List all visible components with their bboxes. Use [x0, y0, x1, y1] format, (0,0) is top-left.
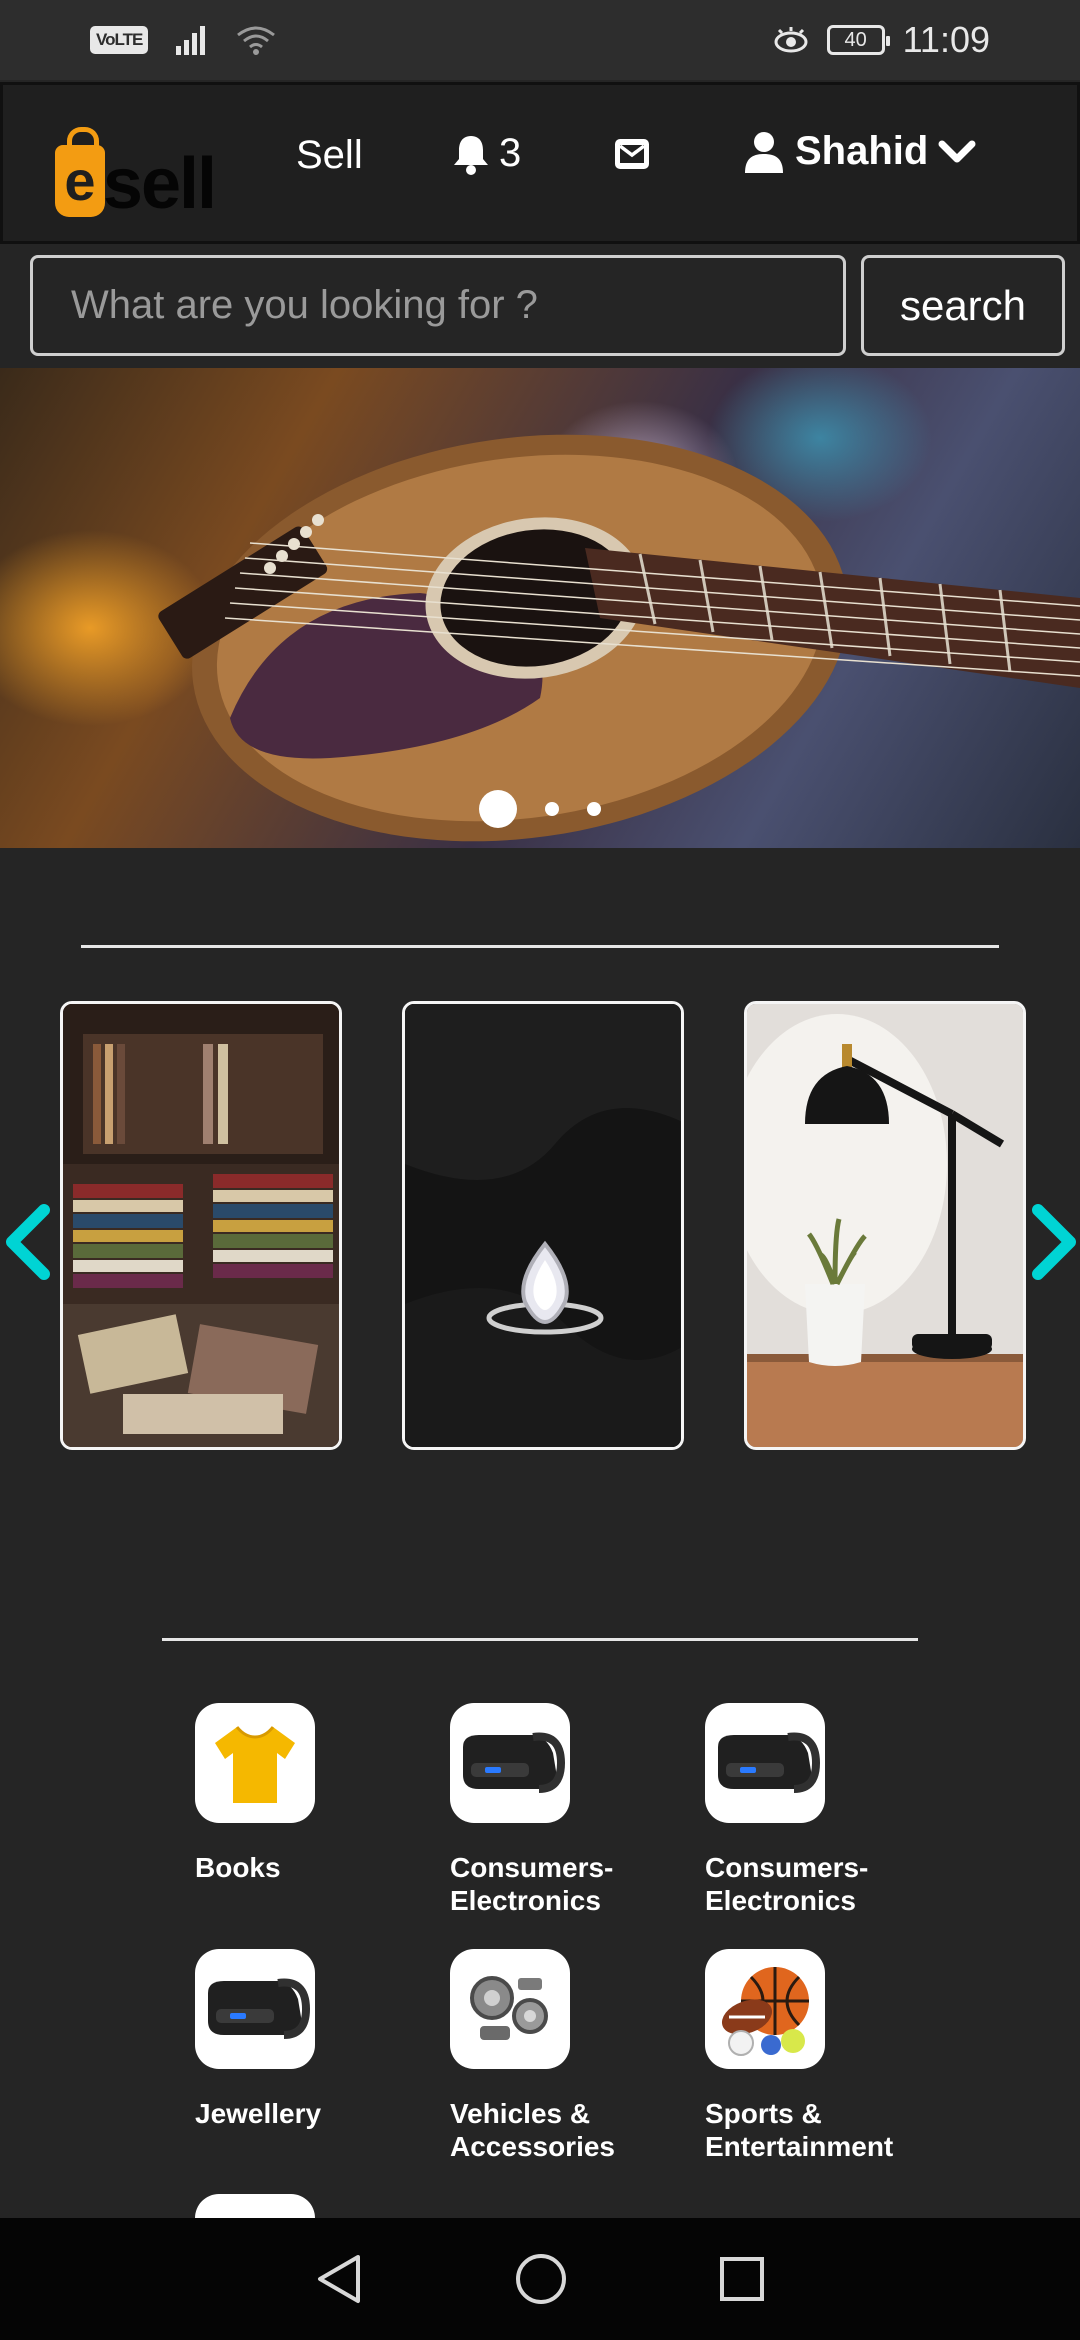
category-consumers-electronics[interactable]: Consumers- Electronics: [450, 1703, 680, 1917]
logo-bag-icon: e: [55, 127, 105, 217]
status-left: VoLTE: [90, 24, 276, 56]
notifications-button[interactable]: 3: [451, 131, 521, 176]
vr-headset-icon: [705, 1703, 825, 1823]
section-divider: [81, 945, 999, 948]
category-label: Consumers- Electronics: [450, 1852, 614, 1916]
tshirt-icon: [195, 1703, 315, 1823]
volte-icon: VoLTE: [90, 26, 149, 54]
lamp-image: [747, 1004, 1023, 1447]
chevron-right-icon: [1032, 1204, 1076, 1280]
category-next-partial[interactable]: [195, 2194, 315, 2218]
featured-card-lamp[interactable]: [744, 1001, 1026, 1450]
status-bar: VoLTE 40 11:09: [0, 0, 1080, 80]
status-time: 11:09: [902, 19, 990, 60]
chevron-down-icon: [938, 140, 976, 162]
envelope-icon: [615, 139, 649, 169]
sports-balls-icon: [705, 1949, 825, 2069]
category-books[interactable]: Books: [195, 1703, 425, 1884]
category-label: Consumers- Electronics: [705, 1852, 869, 1916]
category-label: Sports & Entertainment: [705, 2098, 894, 2162]
category-vehicles-accessories[interactable]: Vehicles & Accessories: [450, 1949, 680, 2163]
featured-card-books[interactable]: [60, 1001, 342, 1450]
featured-card-ring[interactable]: [402, 1001, 684, 1450]
category-label: Vehicles & Accessories: [450, 2098, 616, 2162]
banner-dot-3[interactable]: [587, 802, 601, 816]
notification-count: 3: [499, 131, 522, 175]
user-name: Shahid: [795, 129, 929, 173]
bell-icon: [454, 135, 488, 175]
messages-button[interactable]: [613, 137, 651, 176]
eye-comfort-icon: [774, 27, 808, 53]
category-consumers-electronics-2[interactable]: Consumers- Electronics: [705, 1703, 935, 1917]
chevron-left-icon: [6, 1204, 50, 1280]
battery-icon: 40: [826, 25, 890, 55]
vr-headset-icon: [450, 1703, 570, 1823]
carousel-prev-button[interactable]: [2, 1204, 52, 1280]
banner-pagination: [0, 790, 1080, 828]
banner-dot-1[interactable]: [479, 790, 517, 828]
category-label: Books: [195, 1852, 281, 1883]
category-sports-entertainment[interactable]: Sports & Entertainment: [705, 1949, 935, 2163]
category-label: Jewellery: [195, 2098, 322, 2129]
esell-logo[interactable]: e sell: [55, 127, 217, 225]
books-image: [63, 1004, 339, 1447]
recents-icon[interactable]: [718, 2255, 766, 2303]
vr-headset-icon: [195, 1949, 315, 2069]
home-icon[interactable]: [514, 2252, 568, 2306]
system-nav-bar: [0, 2218, 1080, 2340]
ring-image: [405, 1004, 681, 1447]
logo-letter: e: [64, 149, 96, 212]
status-right: 40 11:09: [773, 19, 990, 61]
category-jewellery[interactable]: Jewellery: [195, 1949, 425, 2130]
search-input[interactable]: [30, 255, 846, 356]
logo-text: sell: [102, 144, 217, 225]
section-divider: [162, 1638, 918, 1641]
wifi-icon: [237, 26, 276, 55]
user-icon: [745, 131, 783, 173]
signal-icon: [176, 26, 206, 55]
search-button[interactable]: search: [861, 255, 1065, 356]
user-menu[interactable]: Shahid: [743, 129, 976, 174]
carousel-next-button[interactable]: [1030, 1204, 1080, 1280]
guitar-image: [158, 434, 1080, 842]
app-header: e sell Sell 3 Shahid: [0, 82, 1080, 244]
back-icon[interactable]: [314, 2253, 364, 2305]
banner-carousel[interactable]: [0, 368, 1080, 848]
banner-dot-2[interactable]: [545, 802, 559, 816]
sell-link[interactable]: Sell: [296, 133, 363, 178]
car-parts-icon: [450, 1949, 570, 2069]
